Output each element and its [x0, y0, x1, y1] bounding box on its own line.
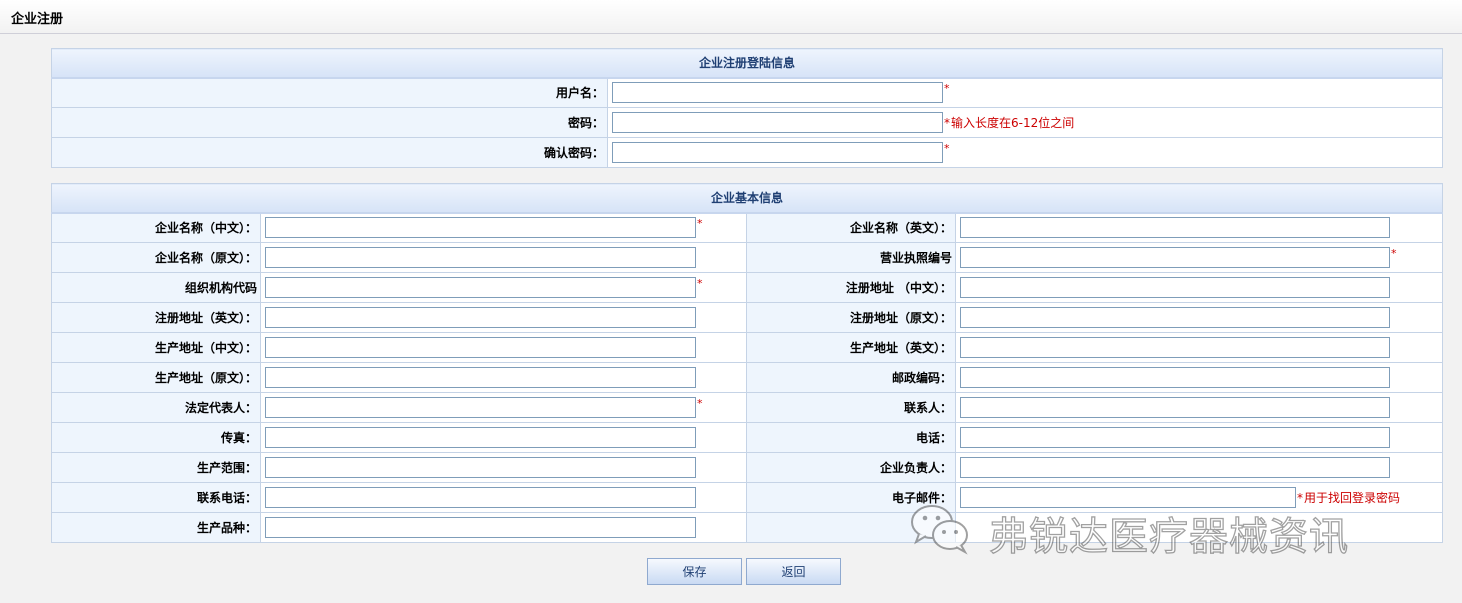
text-input[interactable] — [960, 307, 1390, 328]
text-input[interactable] — [960, 337, 1390, 358]
field-label: 生产品种： — [51, 512, 261, 543]
required-marker: * — [697, 277, 703, 290]
field-label: 生产范围： — [51, 452, 261, 483]
form-row: 法定代表人： * 联系人： — [51, 392, 1444, 423]
required-marker: * — [697, 217, 703, 231]
form-row: 传真： 电话： — [51, 422, 1444, 453]
field-label: 联系人： — [746, 392, 956, 423]
basic-section-title: 企业基本信息 — [50, 183, 1444, 214]
text-input[interactable] — [265, 337, 696, 358]
required-marker: * — [1391, 247, 1397, 260]
field-label: 电话： — [746, 422, 956, 453]
text-input[interactable] — [265, 307, 696, 328]
form-row: 企业名称（中文）： * 企业名称（英文）： — [51, 212, 1444, 243]
username-label: 用户名： — [51, 77, 608, 108]
text-input[interactable] — [960, 427, 1390, 448]
field-label: 注册地址（原文）： — [746, 302, 956, 333]
text-input[interactable] — [960, 247, 1390, 268]
field-label: 生产地址（原文）： — [51, 362, 261, 393]
text-input[interactable] — [265, 517, 696, 538]
form-row: 联系电话： 电子邮件： *用于找回登录密码 — [51, 482, 1444, 513]
text-input[interactable] — [960, 457, 1390, 478]
text-input[interactable] — [265, 217, 696, 239]
form-row: 生产品种： — [51, 512, 1444, 543]
form-row: 注册地址（英文）： 注册地址（原文）： — [51, 302, 1444, 333]
page-title: 企业注册 — [11, 12, 64, 27]
field-label: 联系电话： — [51, 482, 261, 513]
text-input[interactable] — [265, 397, 696, 418]
field-label: 法定代表人： — [51, 392, 261, 423]
field-label: 电子邮件： — [746, 482, 956, 513]
password-label: 密码： — [51, 107, 608, 138]
field-label: 企业负责人： — [746, 452, 956, 483]
form-row: 组织机构代码 * 注册地址 （中文）： — [51, 272, 1444, 303]
text-input[interactable] — [265, 487, 696, 508]
text-input[interactable] — [960, 397, 1390, 418]
field-label: 传真： — [51, 422, 261, 453]
required-marker: * — [944, 115, 950, 130]
field-label: 注册地址 （中文）： — [746, 272, 956, 303]
text-input[interactable] — [265, 367, 696, 388]
form-row-confirm-password: 确认密码： * — [51, 137, 1444, 168]
text-input[interactable] — [265, 247, 696, 268]
login-info-table: 企业注册登陆信息 用户名： * 密码： *输入长度在6-12位之间 确认密码： … — [50, 48, 1444, 168]
required-marker: * — [944, 142, 950, 155]
save-button[interactable]: 保存 — [647, 558, 742, 585]
required-marker: * — [944, 82, 950, 96]
text-input[interactable] — [960, 367, 1390, 388]
confirm-password-input[interactable] — [612, 142, 943, 163]
form-row: 生产范围： 企业负责人： — [51, 452, 1444, 483]
password-length-hint: 输入长度在6-12位之间 — [951, 116, 1075, 130]
field-label: 生产地址（中文）： — [51, 332, 261, 363]
confirm-password-label: 确认密码： — [51, 137, 608, 168]
required-marker: * — [1297, 490, 1303, 505]
form-row: 企业名称（原文）： 营业执照编号 * — [51, 242, 1444, 273]
text-input[interactable] — [960, 217, 1390, 239]
text-input[interactable] — [265, 457, 696, 478]
text-input[interactable] — [960, 277, 1390, 298]
field-label: 邮政编码： — [746, 362, 956, 393]
form-row: 生产地址（原文）： 邮政编码： — [51, 362, 1444, 393]
text-input[interactable] — [265, 277, 696, 298]
basic-info-table: 企业基本信息 企业名称（中文）： * 企业名称（英文）： 企业名称（原文）： 营业执照编… — [50, 183, 1444, 543]
form-row: 生产地址（中文）： 生产地址（英文）： — [51, 332, 1444, 363]
form-row-username: 用户名： * — [51, 77, 1444, 108]
login-section-title: 企业注册登陆信息 — [50, 48, 1444, 79]
field-label: 组织机构代码 — [51, 272, 261, 303]
field-label: 企业名称（英文）： — [746, 212, 956, 243]
back-button[interactable]: 返回 — [746, 558, 841, 585]
field-hint: 用于找回登录密码 — [1304, 491, 1401, 505]
field-label: 企业名称（原文）： — [51, 242, 261, 273]
username-input[interactable] — [612, 82, 943, 104]
password-input[interactable] — [612, 112, 943, 133]
text-input[interactable] — [265, 427, 696, 448]
field-label: 注册地址（英文）： — [51, 302, 261, 333]
field-label: 营业执照编号 — [746, 242, 956, 273]
field-label: 生产地址（英文）： — [746, 332, 956, 363]
field-label: 企业名称（中文）： — [51, 212, 261, 243]
page-header: 企业注册 — [0, 0, 1462, 34]
form-row-password: 密码： *输入长度在6-12位之间 — [51, 107, 1444, 138]
required-marker: * — [697, 397, 703, 410]
field-label — [746, 512, 956, 543]
text-input[interactable] — [960, 487, 1296, 508]
